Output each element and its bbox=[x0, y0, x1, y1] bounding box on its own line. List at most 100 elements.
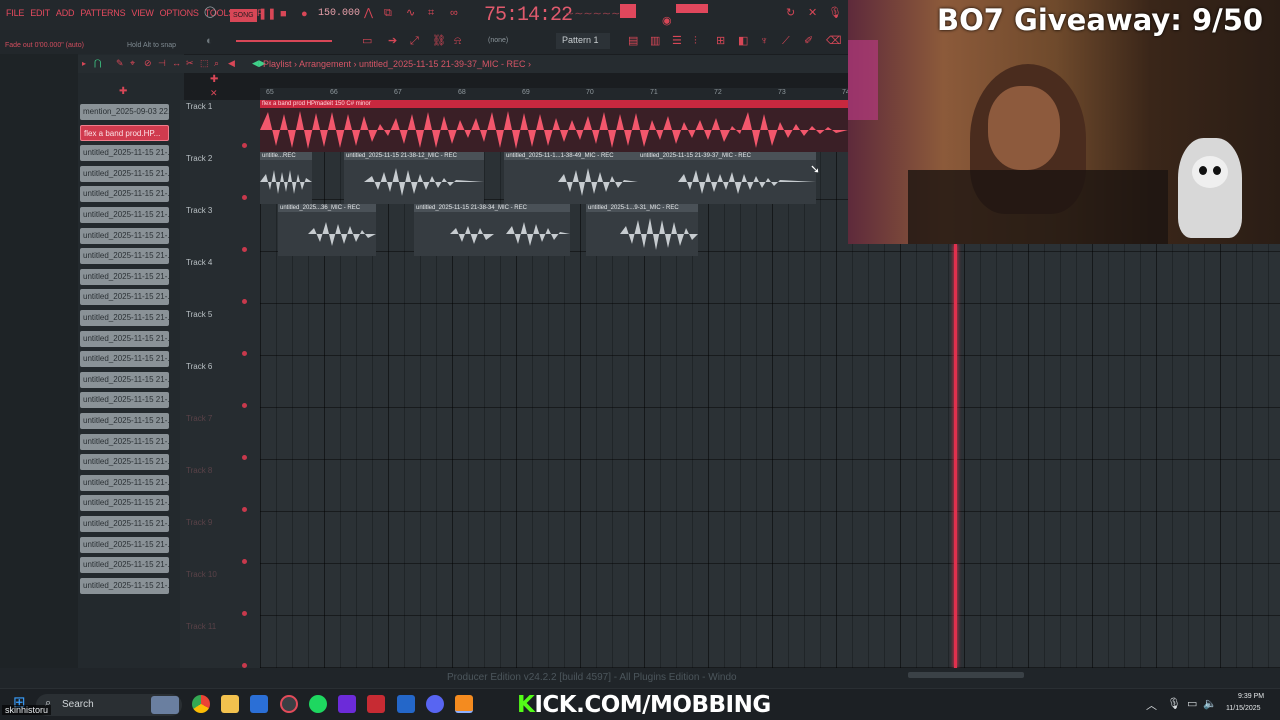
clip-list-item[interactable]: untitled_2025-11-15 21-... bbox=[80, 310, 169, 326]
spotify-icon[interactable] bbox=[309, 695, 327, 713]
song-mode-icon[interactable]: SONG bbox=[230, 9, 257, 22]
clip-list-item[interactable]: untitled_2025-11-15 21-... bbox=[80, 516, 169, 532]
track-label[interactable]: Track 3 bbox=[186, 206, 212, 215]
app-blue-icon[interactable] bbox=[250, 695, 268, 713]
paint-icon[interactable]: ⌖ bbox=[130, 58, 135, 69]
chrome-icon[interactable] bbox=[192, 695, 210, 713]
track-label[interactable]: Track 10 bbox=[186, 570, 217, 579]
clip-list-item[interactable]: flex a band prod.HP... bbox=[80, 124, 169, 141]
app-circle-icon[interactable] bbox=[280, 695, 298, 713]
track-label[interactable]: Track 7 bbox=[186, 414, 212, 423]
link-icon[interactable]: ⛓ bbox=[432, 36, 446, 47]
network-icon[interactable]: ▭ bbox=[1187, 697, 1197, 710]
playlist-menu-icon[interactable]: ▸ bbox=[82, 58, 86, 69]
discord-icon[interactable] bbox=[426, 695, 444, 713]
audio-clip-main[interactable]: flex a band prod HPmadeit 150 C# minor bbox=[260, 100, 848, 152]
clip-list-item[interactable]: mention_2025-09-03 22... bbox=[80, 104, 169, 120]
marker-icon[interactable]: ⟋ bbox=[782, 36, 790, 47]
trash-icon[interactable]: ⌫ bbox=[826, 36, 842, 47]
clip-list-item[interactable]: untitled_2025-11-15 21-... bbox=[80, 392, 169, 409]
refresh-icon[interactable]: ↻ bbox=[786, 8, 795, 19]
taskbar-clock-date[interactable]: 11/15/2025 bbox=[1226, 705, 1261, 712]
master-slider[interactable] bbox=[236, 40, 332, 42]
volume-icon[interactable]: 🔈 bbox=[1203, 697, 1217, 710]
track-mute-indicator[interactable] bbox=[242, 507, 247, 512]
scrollbar-thumb[interactable] bbox=[908, 672, 1024, 678]
remove-clip-icon[interactable]: ✕ bbox=[210, 88, 218, 99]
pitch-knob-icon[interactable]: ◉ bbox=[662, 16, 672, 27]
master-pitch-icon[interactable]: ◐ bbox=[206, 36, 213, 47]
arrow-right-icon[interactable]: ➔ bbox=[388, 36, 397, 47]
track-mute-indicator[interactable] bbox=[242, 299, 247, 304]
track-mute-indicator[interactable] bbox=[242, 143, 247, 148]
track-label[interactable]: Track 1 bbox=[186, 102, 212, 111]
pattern-selector[interactable]: Pattern 1 bbox=[556, 33, 610, 49]
clip-list-item[interactable]: untitled_2025-11-15 21-... bbox=[80, 165, 169, 182]
track-mute-indicator[interactable] bbox=[242, 195, 247, 200]
record-icon[interactable]: ● bbox=[301, 9, 308, 20]
clip-list-item[interactable]: untitled_2025-11-15 21-... bbox=[80, 227, 169, 244]
magnet-icon[interactable]: ⋂ bbox=[94, 58, 101, 69]
slide-icon[interactable]: ⤢ bbox=[410, 36, 419, 47]
clip-list-item[interactable]: untitled_2025-11-15 21-... bbox=[80, 495, 169, 512]
slip-tool-icon[interactable]: ↔ bbox=[172, 58, 181, 69]
track-mute-indicator[interactable] bbox=[242, 351, 247, 356]
track-label[interactable]: Track 4 bbox=[186, 258, 212, 267]
clip-list-item[interactable]: untitled_2025-11-15 21-... bbox=[80, 289, 169, 306]
audio-clip-track2-a[interactable]: untitle...REC bbox=[260, 152, 312, 204]
menu-file[interactable]: FILE bbox=[6, 8, 24, 18]
menu-patterns[interactable]: PATTERNS bbox=[80, 8, 125, 18]
menu-view[interactable]: VIEW bbox=[131, 8, 153, 18]
clip-list-item[interactable]: untitled_2025-11-15 21-... bbox=[80, 371, 169, 388]
mute-tool-icon[interactable]: ⊣ bbox=[158, 58, 166, 69]
step-edit-icon[interactable]: ∿ bbox=[406, 8, 415, 19]
audio-clip-track3-c[interactable]: untitled_2025-1...9-31_MIC - REC bbox=[586, 204, 698, 256]
pencil-icon[interactable]: ✎ bbox=[116, 58, 124, 69]
delete-tool-icon[interactable]: ⊘ bbox=[144, 58, 152, 69]
track-label[interactable]: Track 5 bbox=[186, 310, 212, 319]
track-label[interactable]: Track 11 bbox=[186, 622, 216, 631]
plugin-icon[interactable]: ◧ bbox=[738, 36, 748, 47]
clip-list-item[interactable]: untitled_2025-11-15 21-... bbox=[80, 433, 169, 450]
clip-list-item[interactable]: untitled_2025-11-15 21-... bbox=[80, 557, 169, 574]
playlist-icon[interactable]: ▤ bbox=[628, 36, 638, 47]
channel-rack-icon[interactable]: ☰ bbox=[672, 36, 682, 47]
track-mute-indicator[interactable] bbox=[242, 403, 247, 408]
clip-list-item[interactable]: untitled_2025-11-15 21-... bbox=[80, 474, 169, 491]
app-blue2-icon[interactable] bbox=[397, 695, 415, 713]
track-label[interactable]: Track 8 bbox=[186, 466, 212, 475]
clip-list-item[interactable]: untitled_2025-11-15 21-... bbox=[80, 268, 169, 285]
clip-list-item[interactable]: untitled_2025-11-15 21-... bbox=[80, 577, 169, 594]
tuner-icon[interactable]: ♆ bbox=[760, 36, 768, 47]
audio-clip-track3-b[interactable]: untitled_2025-11-15 21-38-34_MIC - REC bbox=[414, 204, 570, 256]
metronome-icon[interactable]: ⋀ bbox=[364, 8, 373, 19]
track-label[interactable]: Track 2 bbox=[186, 154, 212, 163]
zoom-tool-icon[interactable]: ⌕ bbox=[214, 58, 219, 69]
track-mute-indicator[interactable] bbox=[242, 559, 247, 564]
tray-chevron-icon[interactable]: ︿ bbox=[1146, 697, 1157, 713]
timeline-ruler[interactable]: 65 66 67 68 69 70 71 72 73 74 bbox=[260, 88, 850, 100]
clip-list-item[interactable]: untitled_2025-11-15 21-... bbox=[80, 454, 169, 471]
song-position-display[interactable]: 75:14:22 bbox=[484, 4, 573, 27]
microphone-tray-icon[interactable]: 🎙 bbox=[1167, 697, 1181, 710]
stop-icon[interactable]: ■ bbox=[280, 9, 287, 20]
track-label[interactable]: Track 6 bbox=[186, 362, 212, 371]
app-red-icon[interactable] bbox=[367, 695, 385, 713]
clip-list-item[interactable]: untitled_2025-11-15 21-... bbox=[80, 330, 169, 347]
close-icon[interactable]: ✕ bbox=[808, 8, 817, 19]
pattern-none-label[interactable]: (none) bbox=[488, 37, 508, 44]
mixer-icon[interactable]: ⫶ bbox=[694, 36, 697, 47]
clip-list-item[interactable]: untitled_2025-11-15 21-... bbox=[80, 186, 169, 203]
bell-icon[interactable]: ⍾ bbox=[454, 36, 461, 47]
audio-clip-track2-b[interactable]: untitled_2025-11-15 21-38-12_MIC - REC bbox=[344, 152, 484, 204]
audio-clip-track2-c[interactable]: untitled_2025-11-1...1-38-49_MIC - REC bbox=[504, 152, 638, 204]
menu-edit[interactable]: EDIT bbox=[30, 8, 50, 18]
track-label[interactable]: Track 9 bbox=[186, 518, 212, 527]
tape-icon[interactable]: ▭ bbox=[362, 36, 372, 47]
track-mute-indicator[interactable] bbox=[242, 247, 247, 252]
master-volume-icon[interactable] bbox=[620, 4, 636, 18]
brush-icon[interactable]: ✐ bbox=[804, 36, 813, 47]
browser-icon[interactable]: ⊞ bbox=[716, 36, 725, 47]
piano-roll-icon[interactable]: ▥ bbox=[650, 36, 660, 47]
snap-icon[interactable]: ⌗ bbox=[428, 8, 434, 19]
